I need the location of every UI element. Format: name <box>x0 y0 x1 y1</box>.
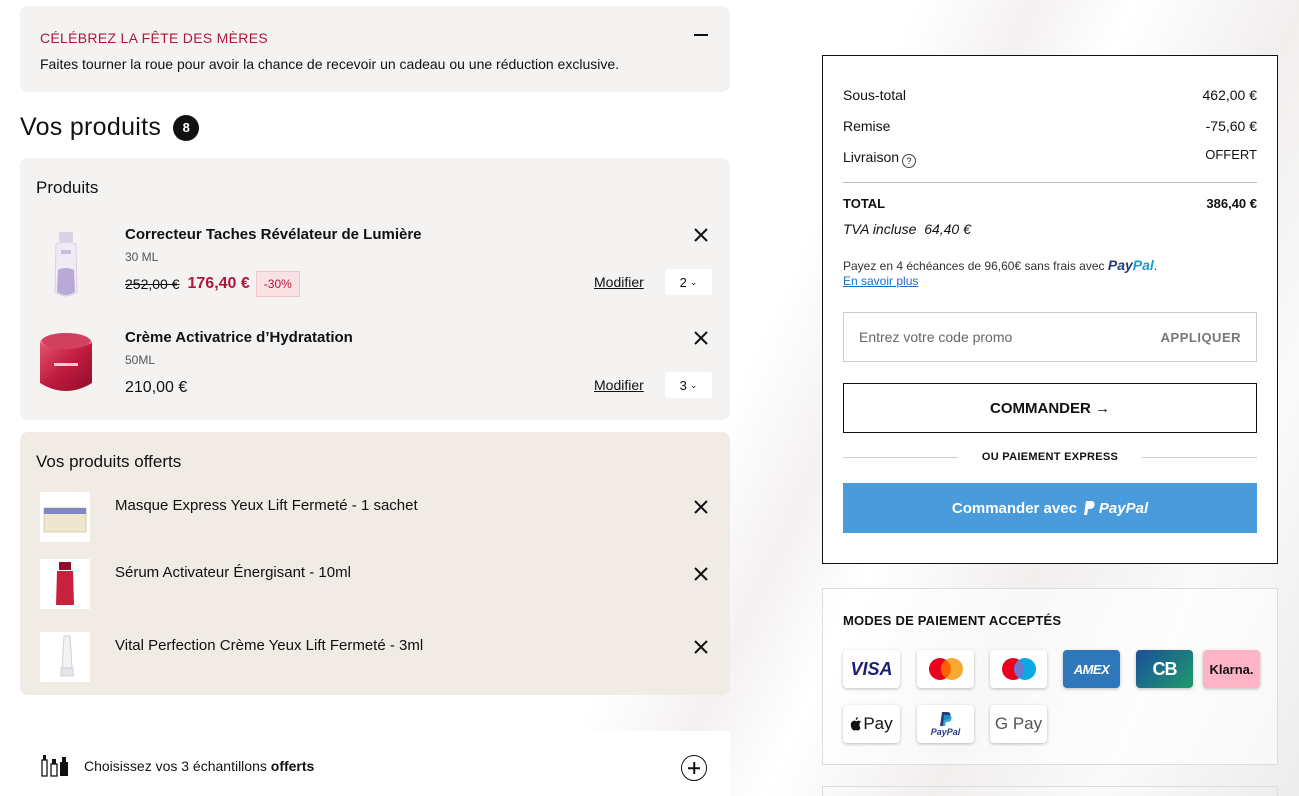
remove-item-icon[interactable] <box>692 565 710 583</box>
product-size: 30 ML <box>125 250 159 264</box>
subtotal-value: 462,00 € <box>1202 87 1258 103</box>
product-count-badge: 8 <box>173 114 200 141</box>
google-pay-icon: G Pay <box>990 705 1047 743</box>
remove-item-icon[interactable] <box>692 638 710 656</box>
modify-link[interactable]: Modifier <box>594 377 644 393</box>
promo-text: Faites tourner la roue pour avoir la cha… <box>40 56 620 72</box>
discount-value: -75,60 € <box>1205 118 1257 134</box>
shipping-row: Livraison? OFFERT <box>843 147 1257 168</box>
paypal-p-icon <box>1083 501 1095 515</box>
quantity-value: 3 <box>679 377 687 393</box>
old-price: 252,00 € <box>125 276 180 292</box>
gift-name: Vital Perfection Crème Yeux Lift Fermeté… <box>115 637 424 654</box>
promo-title: CÉLÉBREZ LA FÊTE DES MÈRES <box>40 30 268 46</box>
product-price-line: 252,00 € 176,40 € -30% <box>125 271 300 297</box>
next-section-box <box>822 786 1278 796</box>
shipping-value: OFFERT <box>1205 147 1257 162</box>
order-summary: Sous-total 462,00 € Remise -75,60 € Livr… <box>822 55 1278 564</box>
subtotal-label: Sous-total <box>843 87 907 103</box>
shipping-label: Livraison <box>843 149 900 165</box>
serum-bottle-image <box>40 559 90 609</box>
cream-jar-image <box>40 333 92 391</box>
shipping-label-wrap: Livraison? <box>843 149 917 168</box>
gift-name: Masque Express Yeux Lift Fermeté - 1 sac… <box>115 497 418 514</box>
paypal-button-label: Commander avec <box>951 499 1077 517</box>
products-section: Produits Correcteur Taches Révélateur de… <box>20 158 730 420</box>
product-size: 50ML <box>125 353 156 367</box>
products-heading: Vos produits 8 <box>20 113 200 142</box>
chevron-down-icon: ⌄ <box>689 379 698 390</box>
serum-bottle-image <box>54 232 78 297</box>
quantity-value: 2 <box>679 274 687 290</box>
samples-icon <box>41 755 68 777</box>
product-price: 210,00 € <box>125 379 188 396</box>
eye-cream-tube-image <box>40 632 90 682</box>
checkout-button[interactable]: COMMANDER → <box>843 383 1257 433</box>
visa-icon: VISA <box>843 650 900 688</box>
samples-selector[interactable]: Choisissez vos 3 échantillons offerts <box>20 731 730 796</box>
paypal-logo: PayPal <box>1107 257 1154 273</box>
express-separator: OU PAIEMENT EXPRESS <box>843 449 1257 465</box>
total-label: TOTAL <box>843 196 886 211</box>
quantity-select[interactable]: 3 ⌄ <box>665 372 712 398</box>
total-value: 386,40 € <box>1206 196 1257 211</box>
maestro-icon <box>990 650 1047 688</box>
product-name[interactable]: Correcteur Taches Révélateur de Lumière <box>125 226 422 243</box>
promo-code-input[interactable] <box>859 329 1109 345</box>
remove-item-icon[interactable] <box>692 498 710 516</box>
klarna-icon: Klarna. <box>1203 650 1260 688</box>
add-samples-icon[interactable] <box>681 755 707 781</box>
discount-row: Remise -75,60 € <box>843 118 1257 134</box>
paypal-installments-note: Payez en 4 échéances de 96,60€ sans frai… <box>843 257 1158 273</box>
collapse-icon[interactable] <box>694 34 708 36</box>
mastercard-icon <box>917 650 974 688</box>
paypal-logo: PayPal <box>1083 500 1148 517</box>
gift-item: Vital Perfection Crème Yeux Lift Fermeté… <box>20 632 730 684</box>
modify-link[interactable]: Modifier <box>594 274 644 290</box>
page-title: Vos produits <box>20 113 162 141</box>
cart-item: Crème Activatrice d’Hydratation 50ML 210… <box>20 329 730 419</box>
tva-line: TVA incluse 64,40 € <box>843 221 971 237</box>
products-section-title: Produits <box>36 178 99 197</box>
learn-more-link[interactable]: En savoir plus <box>843 274 918 288</box>
gifts-section: Vos produits offerts Masque Express Yeux… <box>20 432 730 695</box>
gifts-section-title: Vos produits offerts <box>36 452 182 471</box>
sale-price: 176,40 € <box>187 275 250 292</box>
cb-card-icon: CB <box>1136 650 1193 688</box>
payment-methods-title: MODES DE PAIEMENT ACCEPTÉS <box>843 613 1062 628</box>
discount-label: Remise <box>843 118 891 134</box>
promo-banner: CÉLÉBREZ LA FÊTE DES MÈRES Faites tourne… <box>20 6 730 92</box>
amex-icon: AMEX <box>1063 650 1120 688</box>
subtotal-row: Sous-total 462,00 € <box>843 87 1257 103</box>
gift-name: Sérum Activateur Énergisant - 10ml <box>115 564 351 581</box>
separator-line <box>1142 457 1257 458</box>
apple-pay-icon: Pay <box>843 705 900 743</box>
gift-item: Masque Express Yeux Lift Fermeté - 1 sac… <box>20 492 730 544</box>
discount-badge: -30% <box>255 271 300 297</box>
cart-item: Correcteur Taches Révélateur de Lumière … <box>20 226 730 316</box>
product-price-line: 210,00 € <box>125 379 187 397</box>
gift-item: Sérum Activateur Énergisant - 10ml <box>20 559 730 611</box>
paypal-icon: PayPal <box>917 705 974 743</box>
product-name[interactable]: Crème Activatrice d’Hydratation <box>125 329 353 346</box>
chevron-down-icon: ⌄ <box>689 276 698 287</box>
apply-promo-button[interactable]: APPLIQUER <box>1161 330 1241 345</box>
total-row: TOTAL 386,40 € <box>843 196 1257 211</box>
samples-text: Choisissez vos 3 échantillons offerts <box>84 758 315 774</box>
quantity-select[interactable]: 2 ⌄ <box>665 269 712 295</box>
eye-mask-sachet-image <box>40 492 90 542</box>
summary-divider <box>843 182 1257 183</box>
paypal-checkout-button[interactable]: Commander avec PayPal <box>843 483 1257 533</box>
payment-methods: MODES DE PAIEMENT ACCEPTÉS VISA AMEX CB … <box>822 588 1278 765</box>
remove-item-icon[interactable] <box>692 329 710 347</box>
promo-code-field: APPLIQUER <box>843 312 1257 362</box>
help-icon[interactable]: ? <box>902 154 917 168</box>
remove-item-icon[interactable] <box>692 226 710 244</box>
